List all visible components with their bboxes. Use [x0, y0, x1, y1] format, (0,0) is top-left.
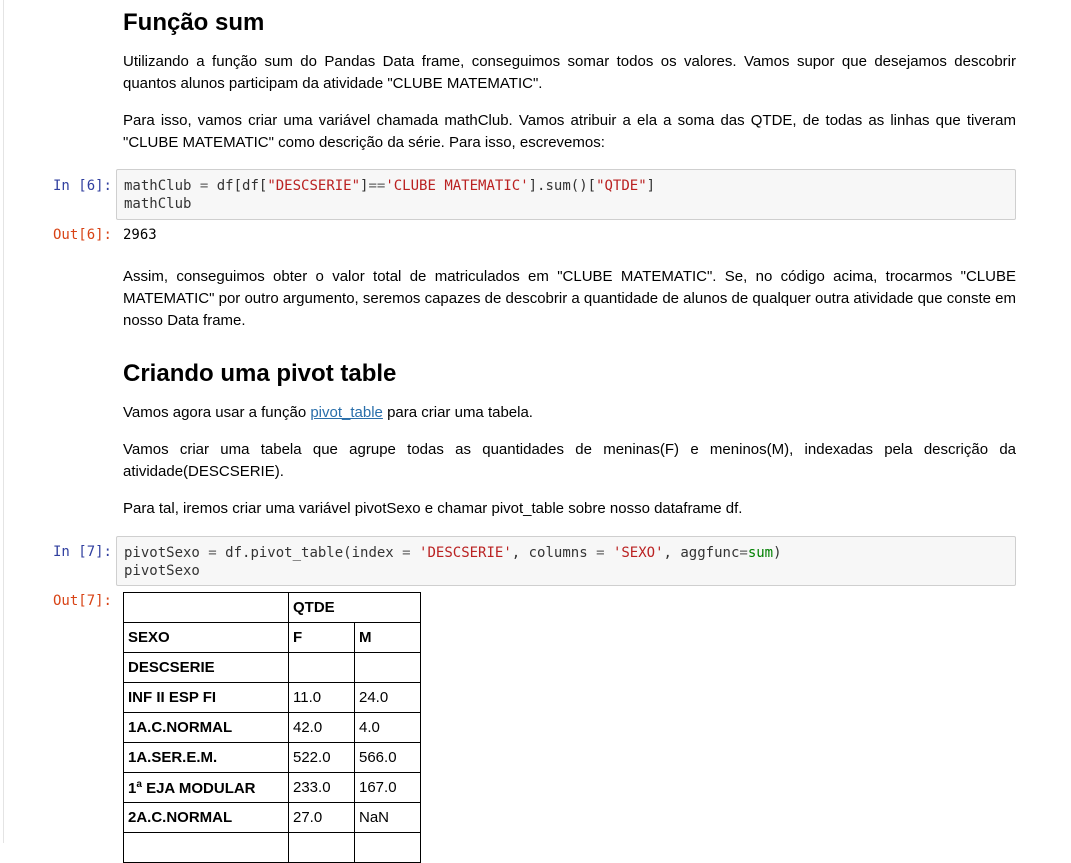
- table-row: INF II ESP FI 11.0 24.0: [123, 682, 421, 713]
- table-row-label: 1A.SER.E.M.: [123, 742, 289, 773]
- table-cell: [354, 832, 421, 863]
- table-header-row: DESCSERIE: [123, 652, 421, 683]
- table-cell: [354, 652, 421, 683]
- code-token: =: [402, 545, 411, 561]
- code-token: =: [739, 545, 748, 561]
- code-token: "QTDE": [596, 178, 647, 194]
- code-token: , columns: [511, 545, 597, 561]
- code-token: "DESCSERIE": [267, 178, 361, 194]
- table-cell: 566.0: [354, 742, 421, 773]
- code-cell-input[interactable]: pivotSexo = df.pivot_table(index = 'DESC…: [116, 536, 1016, 586]
- code-token: ==: [368, 178, 386, 194]
- code-token: ]: [646, 178, 656, 194]
- table-index-name: DESCSERIE: [123, 652, 289, 683]
- code-token: 'DESCSERIE': [419, 545, 512, 561]
- code-token: 'CLUBE MATEMATIC': [385, 178, 529, 194]
- output-prompt: Out[7]:: [52, 593, 112, 609]
- input-prompt: In [6]:: [52, 178, 112, 194]
- text: Vamos agora usar a função: [123, 404, 311, 421]
- code-token: df.pivot_table(index: [216, 545, 403, 561]
- table-header-row: QTDE: [123, 592, 421, 623]
- pivot-table-link[interactable]: pivot_table: [310, 404, 383, 421]
- table-row-label: 1A.C.NORMAL: [123, 712, 289, 743]
- table-row-label: INF II ESP FI: [123, 682, 289, 713]
- table-cell: 522.0: [288, 742, 355, 773]
- label-text: EJA MODULAR: [141, 779, 256, 797]
- code-token: ].sum()[: [528, 178, 597, 194]
- table-column-header: M: [354, 622, 421, 653]
- code-token: =: [208, 545, 217, 561]
- input-prompt: In [7]:: [52, 544, 112, 560]
- notebook-left-border: [3, 0, 4, 843]
- table-cell: 27.0: [288, 802, 355, 833]
- paragraph-text: Para isso, vamos criar uma variável cham…: [123, 112, 1016, 151]
- code-token: =: [596, 545, 605, 561]
- table-cell: 42.0: [288, 712, 355, 743]
- table-column-header: F: [288, 622, 355, 653]
- code-token: pivotSexo: [124, 545, 209, 561]
- code-token: mathClub: [124, 196, 192, 212]
- table-header-row: SEXO F M: [123, 622, 421, 653]
- table-row-label: [123, 832, 289, 863]
- table-row: 1A.SER.E.M. 522.0 566.0: [123, 742, 421, 773]
- table-cell: 167.0: [354, 772, 421, 803]
- heading-pivot-table: Criando uma pivot table: [123, 360, 397, 387]
- code-token: sum: [747, 545, 774, 561]
- heading-funcao-sum: Função sum: [123, 9, 265, 36]
- markdown-paragraph: Para tal, iremos criar uma variável pivo…: [123, 498, 1016, 520]
- markdown-paragraph: Vamos agora usar a função pivot_table pa…: [123, 402, 1016, 424]
- code-token: ): [773, 545, 782, 561]
- text: para criar uma tabela.: [382, 404, 533, 421]
- table-corner-cell: [123, 592, 289, 623]
- table-row: 2A.C.NORMAL 27.0 NaN: [123, 802, 421, 833]
- cell-output: 2963: [123, 227, 157, 243]
- table-cell: 233.0: [288, 772, 355, 803]
- table-cell: [288, 652, 355, 683]
- code-token: df[df[: [208, 178, 268, 194]
- table-row: 1A.C.NORMAL 42.0 4.0: [123, 712, 421, 743]
- paragraph-text: Assim, conseguimos obter o valor total d…: [123, 268, 1016, 329]
- paragraph-text: Utilizando a função sum do Pandas Data f…: [123, 53, 1016, 92]
- table-row: [123, 832, 421, 863]
- markdown-paragraph: Vamos criar uma tabela que agrupe todas …: [123, 439, 1016, 483]
- table-column-name: SEXO: [123, 622, 289, 653]
- table-row: 1a EJA MODULAR 233.0 167.0: [123, 772, 421, 803]
- code-token: , aggfunc: [663, 545, 740, 561]
- paragraph-text: Vamos agora usar a função pivot_table pa…: [123, 402, 1016, 424]
- markdown-paragraph: Para isso, vamos criar uma variável cham…: [123, 110, 1016, 154]
- table-cell: 11.0: [288, 682, 355, 713]
- code-token: 'SEXO': [612, 545, 664, 561]
- output-prompt: Out[6]:: [52, 227, 112, 243]
- table-cell: 24.0: [354, 682, 421, 713]
- code-token: mathClub: [124, 178, 200, 194]
- markdown-paragraph: Utilizando a função sum do Pandas Data f…: [123, 51, 1016, 95]
- paragraph-text: Para tal, iremos criar uma variável pivo…: [123, 500, 743, 517]
- table-row-label: 2A.C.NORMAL: [123, 802, 289, 833]
- table-cell: 4.0: [354, 712, 421, 743]
- paragraph-text: Vamos criar uma tabela que agrupe todas …: [123, 441, 1016, 480]
- pivot-table-output: QTDE SEXO F M DESCSERIE INF II ESP FI 11…: [123, 592, 421, 863]
- markdown-paragraph: Assim, conseguimos obter o valor total d…: [123, 266, 1016, 332]
- code-cell-input[interactable]: mathClub = df[df["DESCSERIE"]=='CLUBE MA…: [116, 169, 1016, 220]
- table-cell: [288, 832, 355, 863]
- table-cell: NaN: [354, 802, 421, 833]
- table-row-label: 1a EJA MODULAR: [123, 772, 289, 803]
- table-column-header: QTDE: [288, 592, 421, 623]
- code-token: pivotSexo: [124, 563, 200, 579]
